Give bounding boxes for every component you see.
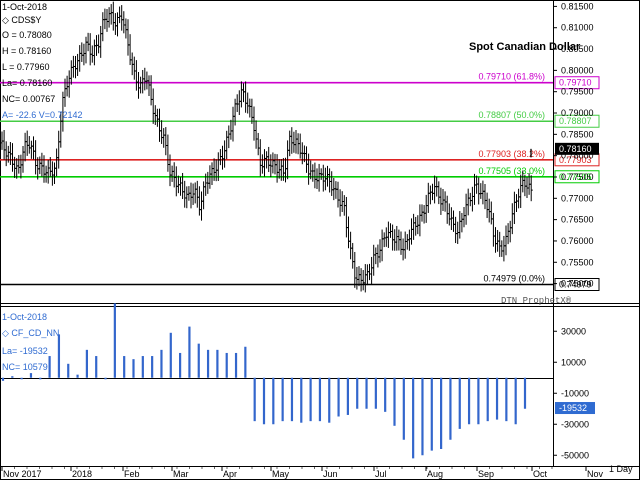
price-tick-label: 0.76000 [561, 236, 594, 246]
price-tick-label: 0.81000 [561, 23, 594, 33]
period-label: 1 Day [609, 464, 633, 474]
month-label: Mar [173, 469, 189, 479]
price-tick-label: 0.77500 [561, 172, 594, 182]
credit-label: DTN ProphetX® [501, 296, 572, 306]
retracement-label: 0.77505 (33.0%) [478, 166, 545, 176]
retracement-label: 0.79710 (61.8%) [478, 72, 545, 82]
net-change-value: NC= 0.00767 [2, 94, 56, 104]
cot-tick-label: 30000 [561, 326, 586, 336]
retracement-label: 0.74979 (0.0%) [483, 273, 545, 283]
month-label: Jul [375, 469, 387, 479]
cot-tick-label: -10000 [561, 388, 589, 398]
open-value: O = 0.78080 [2, 30, 52, 40]
month-label: Sep [478, 469, 494, 479]
chart-title: Spot Canadian Dollar [469, 41, 581, 53]
price-tick-label: 0.80000 [561, 65, 594, 75]
price-tick-label: 0.77000 [561, 193, 594, 203]
retracement-label: 0.78807 (50.0%) [478, 110, 545, 120]
low-value: L = 0.77960 [2, 62, 50, 72]
indicator-readout: A= -22.6 V=0.72142 [2, 110, 83, 120]
price-tick-label: 0.81500 [561, 1, 594, 11]
cot-header-symbol: ◇ CF_CD_NN [2, 328, 60, 338]
month-label: Oct [533, 469, 548, 479]
high-value: H = 0.78160 [2, 46, 52, 56]
month-label: May [272, 469, 290, 479]
month-label: 2018 [72, 469, 92, 479]
cot-net-change: NC= 10579 [2, 362, 48, 372]
chart-canvas: 0.79710 (61.8%)0.797100.78807 (50.0%)0.7… [0, 0, 640, 480]
cot-header-date: 1-Oct-2018 [2, 312, 48, 322]
month-label: Jun [323, 469, 338, 479]
cot-last-label: -19532 [559, 403, 587, 413]
header-symbol: ◇ CDS$Y [2, 15, 42, 25]
last-price-label: 0.78160 [559, 144, 592, 154]
month-label: Nov 2017 [3, 469, 42, 479]
price-tick-label: 0.75000 [561, 279, 594, 289]
price-tick-label: 0.75500 [561, 257, 594, 267]
price-tick-label: 0.78500 [561, 129, 594, 139]
fibonacci-lines: 0.79710 (61.8%)0.797100.78807 (50.0%)0.7… [0, 72, 600, 291]
month-label: Feb [124, 469, 140, 479]
price-tick-label: 0.76500 [561, 215, 594, 225]
cot-axis: 30000 10000 -10000 -30000 -50000 -19532 [553, 326, 595, 460]
header-date: 1-Oct-2018 [2, 2, 48, 12]
cot-tick-label: -30000 [561, 419, 589, 429]
cot-bars [1, 303, 527, 459]
x-axis: Nov 2017 2018 Feb Mar Apr May Jun Jul Aug Sep Oct N… [1, 466, 604, 479]
price-tick-label: 0.79000 [561, 108, 594, 118]
cot-last-value: La= -19532 [2, 346, 48, 356]
last-value: La= 0.78160 [2, 78, 53, 88]
retracement-label: 0.77903 (38.2%) [478, 149, 545, 159]
price-bars [0, 1, 533, 293]
price-tick-label: 0.79500 [561, 87, 594, 97]
cot-tick-label: 10000 [561, 357, 586, 367]
month-label: Aug [427, 469, 443, 479]
month-label: Nov [587, 469, 604, 479]
month-label: Apr [223, 469, 237, 479]
cot-tick-label: -50000 [561, 450, 589, 460]
